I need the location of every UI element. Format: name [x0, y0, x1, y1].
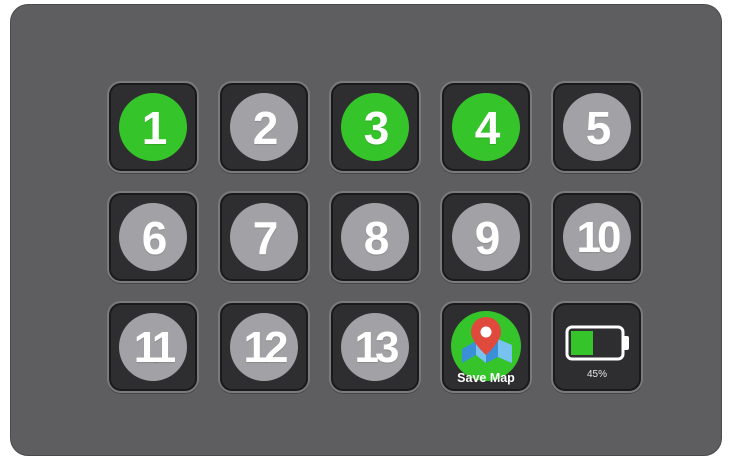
key-12[interactable]: 12 — [218, 301, 310, 393]
key-6[interactable]: 6 — [107, 191, 199, 283]
number-badge: 11 — [119, 313, 187, 381]
key-number: 9 — [474, 212, 501, 264]
number-badge: 10 — [563, 203, 631, 271]
key-3[interactable]: 3 — [329, 81, 421, 173]
key-number: 7 — [252, 212, 279, 264]
key-number: 6 — [141, 212, 168, 264]
key-5[interactable]: 5 — [551, 81, 643, 173]
key-11[interactable]: 11 — [107, 301, 199, 393]
battery-icon — [565, 325, 629, 361]
battery-percent: 45% — [586, 369, 607, 380]
key-9[interactable]: 9 — [440, 191, 532, 283]
save-map-label: Save Map — [457, 371, 515, 385]
key-number: 13 — [354, 323, 400, 372]
key-1[interactable]: 1 — [107, 81, 199, 173]
key-grid: 1 2 3 4 5 6 7 8 9 10 11 12 13 Save Map 4… — [107, 81, 643, 393]
key-4[interactable]: 4 — [440, 81, 532, 173]
battery-level-fill — [571, 331, 593, 355]
stream-deck-panel: 1 2 3 4 5 6 7 8 9 10 11 12 13 Save Map 4… — [10, 4, 722, 456]
key-number: 3 — [363, 102, 390, 154]
number-badge: 7 — [230, 203, 298, 271]
key-number: 1 — [141, 102, 168, 154]
key-number: 2 — [252, 102, 279, 154]
number-badge: 4 — [452, 93, 520, 161]
key-8[interactable]: 8 — [329, 191, 421, 283]
battery-key[interactable]: 45% — [551, 301, 643, 393]
key-number: 11 — [133, 323, 176, 372]
key-7[interactable]: 7 — [218, 191, 310, 283]
number-badge: 5 — [563, 93, 631, 161]
key-13[interactable]: 13 — [329, 301, 421, 393]
number-badge: 9 — [452, 203, 520, 271]
number-badge: 3 — [341, 93, 409, 161]
number-badge: 12 — [230, 313, 298, 381]
number-badge: 13 — [341, 313, 409, 381]
key-number: 10 — [576, 213, 622, 262]
map-pin-icon — [462, 317, 512, 363]
key-number: 5 — [585, 102, 612, 154]
key-2[interactable]: 2 — [218, 81, 310, 173]
save-map-button[interactable]: Save Map — [440, 301, 532, 393]
key-number: 4 — [474, 102, 501, 154]
number-badge: 1 — [119, 93, 187, 161]
number-badge: 6 — [119, 203, 187, 271]
number-badge: 2 — [230, 93, 298, 161]
number-badge: 8 — [341, 203, 409, 271]
key-number: 8 — [363, 212, 390, 264]
key-10[interactable]: 10 — [551, 191, 643, 283]
key-number: 12 — [243, 323, 289, 372]
